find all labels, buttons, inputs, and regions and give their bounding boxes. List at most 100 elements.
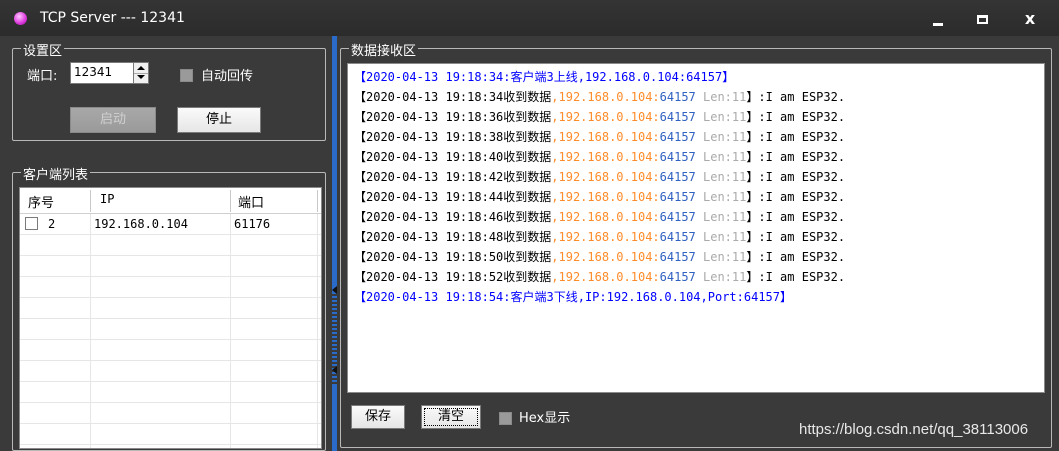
spin-divider	[134, 73, 148, 74]
table-row	[20, 319, 321, 340]
table-row	[20, 277, 321, 298]
log-len: Len:11	[695, 150, 747, 164]
start-button[interactable]: 启动	[70, 107, 156, 133]
log-payload: :I am ESP32.	[758, 150, 846, 164]
client-list-group: 客户端列表 序号 IP 端口 2 192.168.0.104 61176	[12, 164, 326, 451]
log-bracket: 】	[746, 130, 759, 144]
column-header-index[interactable]: 序号	[28, 192, 54, 211]
table-row[interactable]: 2 192.168.0.104 61176	[20, 214, 321, 235]
row-checkbox[interactable]	[25, 217, 38, 230]
log-len: Len:11	[695, 250, 747, 264]
table-row	[20, 382, 321, 403]
log-len: Len:11	[695, 210, 747, 224]
stop-button[interactable]: 停止	[177, 107, 261, 133]
tcp-server-window: TCP Server --- 12341 x 设置区 端口: 12341 自动回…	[0, 0, 1059, 451]
log-len: Len:11	[695, 190, 747, 204]
log-len: Len:11	[695, 130, 747, 144]
column-separator[interactable]	[90, 190, 91, 212]
table-row	[20, 361, 321, 382]
log-payload: :I am ESP32.	[758, 230, 846, 244]
save-button[interactable]: 保存	[351, 405, 405, 429]
log-bracket: 】	[746, 170, 759, 184]
table-row	[20, 256, 321, 277]
port-label: 端口:	[27, 69, 58, 84]
log-port: 64157	[659, 270, 696, 284]
log-len: Len:11	[695, 230, 747, 244]
table-row	[20, 403, 321, 424]
log-port: 64157	[659, 130, 696, 144]
log-payload: :I am ESP32.	[758, 190, 846, 204]
hex-display-checkbox[interactable]	[499, 412, 512, 425]
column-separator[interactable]	[230, 190, 231, 212]
maximize-button[interactable]	[970, 8, 996, 30]
clear-button[interactable]: 清空	[421, 405, 481, 429]
log-event-text: 【2020-04-13 19:18:54:客户端3下线,IP:192.168.0…	[354, 290, 793, 304]
minimize-icon	[933, 23, 943, 26]
table-row	[20, 298, 321, 319]
log-line: 【2020-04-13 19:18:48收到数据,192.168.0.104:6…	[354, 227, 1038, 247]
log-port: 64157	[659, 250, 696, 264]
row-port: 61176	[234, 217, 271, 231]
left-pane: 设置区 端口: 12341 自动回传 启动 停止 客户端列表 序号 IP 端口 …	[0, 36, 332, 451]
client-list[interactable]: 序号 IP 端口 2 192.168.0.104 61176	[19, 187, 322, 449]
log-len: Len:11	[695, 90, 747, 104]
log-bracket: 】	[746, 250, 759, 264]
log-time: 【2020-04-13 19:18:44收到数据	[354, 190, 552, 204]
close-button[interactable]: x	[1017, 8, 1043, 30]
log-bracket: 】	[746, 210, 759, 224]
log-line: 【2020-04-13 19:18:34收到数据,192.168.0.104:6…	[354, 87, 1038, 107]
row-ip: 192.168.0.104	[94, 217, 188, 231]
log-payload: :I am ESP32.	[758, 210, 846, 224]
settings-group-title: 设置区	[21, 40, 65, 59]
log-port: 64157	[659, 190, 696, 204]
log-payload: :I am ESP32.	[758, 110, 846, 124]
app-icon	[14, 12, 27, 25]
log-bracket: 】	[746, 270, 759, 284]
port-spinner[interactable]	[133, 62, 149, 84]
log-len: Len:11	[695, 110, 747, 124]
port-input[interactable]: 12341	[70, 62, 138, 84]
log-port: 64157	[659, 230, 696, 244]
log-line: 【2020-04-13 19:18:50收到数据,192.168.0.104:6…	[354, 247, 1038, 267]
hex-display-label: Hex显示	[519, 411, 571, 426]
log-ip: ,192.168.0.104:	[551, 90, 660, 104]
log-line: 【2020-04-13 19:18:52收到数据,192.168.0.104:6…	[354, 267, 1038, 287]
table-row	[20, 424, 321, 445]
log-len: Len:11	[695, 170, 747, 184]
log-ip: ,192.168.0.104:	[551, 250, 660, 264]
column-separator[interactable]	[317, 190, 318, 212]
log-line: 【2020-04-13 19:18:36收到数据,192.168.0.104:6…	[354, 107, 1038, 127]
row-index: 2	[48, 217, 56, 231]
log-bracket: 】	[746, 230, 759, 244]
log-payload: :I am ESP32.	[758, 170, 846, 184]
log-time: 【2020-04-13 19:18:36收到数据	[354, 110, 552, 124]
minimize-button[interactable]	[925, 8, 951, 30]
log-line: 【2020-04-13 19:18:40收到数据,192.168.0.104:6…	[354, 147, 1038, 167]
client-list-title: 客户端列表	[21, 164, 91, 183]
receive-log[interactable]: 【2020-04-13 19:18:34:客户端3上线,192.168.0.10…	[347, 63, 1045, 393]
title-bar[interactable]: TCP Server --- 12341 x	[0, 0, 1059, 36]
column-header-port[interactable]: 端口	[238, 192, 264, 211]
auto-echo-checkbox[interactable]	[180, 69, 193, 82]
log-ip: ,192.168.0.104:	[551, 130, 660, 144]
log-bracket: 】	[746, 90, 759, 104]
log-ip: ,192.168.0.104:	[551, 190, 660, 204]
log-line: 【2020-04-13 19:18:38收到数据,192.168.0.104:6…	[354, 127, 1038, 147]
log-time: 【2020-04-13 19:18:38收到数据	[354, 130, 552, 144]
log-ip: ,192.168.0.104:	[551, 230, 660, 244]
log-payload: :I am ESP32.	[758, 90, 846, 104]
spin-up-icon[interactable]	[137, 66, 145, 70]
log-line: 【2020-04-13 19:18:42收到数据,192.168.0.104:6…	[354, 167, 1038, 187]
log-ip: ,192.168.0.104:	[551, 150, 660, 164]
log-ip: ,192.168.0.104:	[551, 110, 660, 124]
log-bracket: 】	[746, 190, 759, 204]
table-row	[20, 340, 321, 361]
log-len: Len:11	[695, 270, 747, 284]
log-ip: ,192.168.0.104:	[551, 270, 660, 284]
log-time: 【2020-04-13 19:18:52收到数据	[354, 270, 552, 284]
spin-down-icon[interactable]	[137, 75, 145, 79]
log-line: 【2020-04-13 19:18:44收到数据,192.168.0.104:6…	[354, 187, 1038, 207]
log-payload: :I am ESP32.	[758, 130, 846, 144]
log-ip: ,192.168.0.104:	[551, 210, 660, 224]
column-header-ip[interactable]: IP	[100, 192, 114, 206]
